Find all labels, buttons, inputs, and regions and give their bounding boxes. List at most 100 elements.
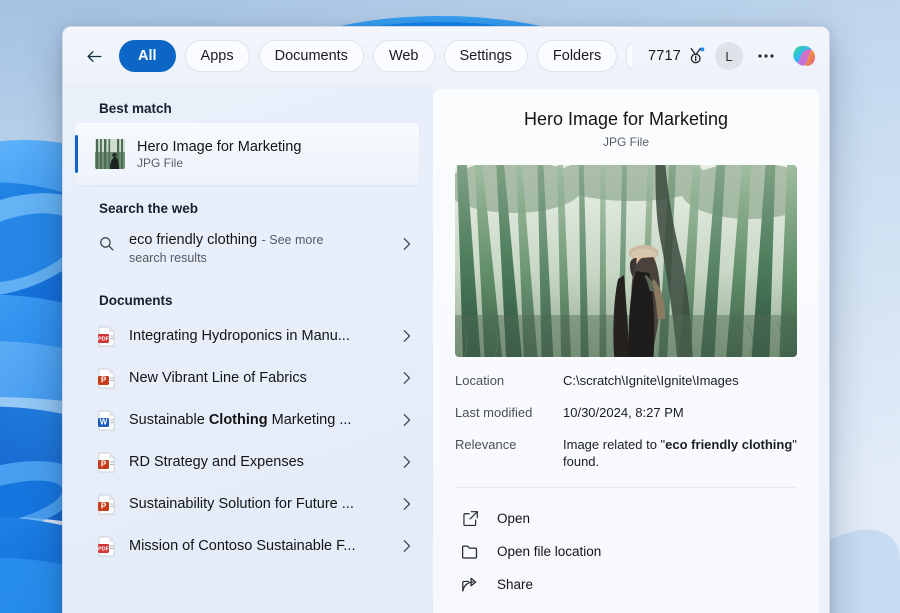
web-suggestion-text: eco friendly clothing - See more search … — [129, 231, 397, 267]
powerpoint-file-icon-wrap: P — [95, 452, 117, 473]
back-button[interactable] — [77, 39, 111, 73]
document-result-row[interactable]: W Sustainable Clothing Marketing ... — [75, 399, 419, 441]
best-match-subtitle: JPG File — [137, 155, 184, 170]
web-query-text: eco friendly clothing — [129, 232, 258, 248]
chevron-right-icon — [403, 498, 410, 510]
chevron-right-icon — [397, 237, 415, 251]
document-result-label: Sustainability Solution for Future ... — [129, 496, 354, 512]
file-action-label: Open file location — [497, 544, 602, 559]
file-action-share[interactable]: Share — [455, 568, 797, 601]
file-action-open-file-location[interactable]: Open file location — [455, 535, 797, 568]
document-result-label: Sustainable Clothing Marketing ... — [129, 412, 352, 428]
more-options-button[interactable] — [753, 43, 779, 69]
metadata-row: Last modified 10/30/2024, 8:27 PM — [455, 404, 797, 421]
file-action-label: Share — [497, 577, 534, 592]
section-title-best-match: Best match — [99, 101, 172, 116]
file-actions-list: Open Open file location Share — [455, 488, 797, 601]
metadata-key: Relevance — [455, 437, 517, 452]
document-row-chevron[interactable] — [397, 413, 415, 427]
arrow-left-icon — [87, 50, 101, 62]
chevron-right-icon — [403, 414, 410, 426]
powerpoint-file-icon: P — [97, 368, 114, 388]
pdf-file-icon-wrap: PDF — [95, 326, 117, 347]
results-pane: Best match Hero Image for Marketing JPG … — [63, 85, 433, 613]
preview-subtitle: JPG File — [602, 135, 649, 149]
word-file-icon: W — [97, 410, 114, 430]
metadata-key: Last modified — [455, 405, 533, 420]
metadata-value: Image related to "eco friendly clothing"… — [563, 437, 797, 469]
powerpoint-file-icon-wrap: P — [95, 494, 117, 515]
svg-text:P: P — [100, 375, 106, 384]
ellipsis-icon — [758, 54, 774, 58]
document-result-row[interactable]: P RD Strategy and Expenses — [75, 441, 419, 483]
windows-search-window: All Apps Documents Web Settings Folders … — [62, 26, 830, 613]
metadata-value: C:\scratch\Ignite\Ignite\Images — [563, 373, 739, 388]
document-row-chevron[interactable] — [397, 329, 415, 343]
web-second-line: search results — [129, 251, 207, 265]
open-external-icon — [462, 511, 478, 527]
chevron-right-icon — [403, 540, 410, 552]
preview-pane: Hero Image for Marketing JPG File Locati… — [433, 85, 829, 613]
document-result-row[interactable]: PDF Mission of Contoso Sustainable F... — [75, 525, 419, 567]
svg-text:P: P — [100, 501, 106, 510]
document-row-chevron[interactable] — [397, 539, 415, 553]
folder-icon-wrap — [459, 543, 481, 560]
documents-result-list: PDF Integrating Hydroponics in Manu... P Ne… — [75, 315, 419, 567]
filter-chip-all[interactable]: All — [119, 40, 176, 72]
metadata-value: 10/30/2024, 8:27 PM — [563, 405, 684, 420]
document-result-label: New Vibrant Line of Fabrics — [129, 370, 307, 386]
chevron-right-icon — [403, 456, 410, 468]
filter-bar-right-cluster: 7717 L — [648, 41, 819, 71]
filter-chip-apps[interactable]: Apps — [184, 40, 250, 72]
file-action-open[interactable]: Open — [455, 502, 797, 535]
metadata-key: Location — [455, 373, 505, 388]
powerpoint-file-icon: P — [97, 494, 114, 514]
document-row-chevron[interactable] — [397, 371, 415, 385]
document-row-chevron[interactable] — [397, 497, 415, 511]
best-match-title: Hero Image for Marketing — [137, 138, 302, 155]
bamboo-forest-photo — [455, 165, 797, 357]
web-search-suggestion-row[interactable]: eco friendly clothing - See more search … — [75, 223, 419, 277]
document-result-label: Mission of Contoso Sustainable F... — [129, 538, 356, 554]
bamboo-forest-thumbnail — [95, 139, 125, 169]
filter-chip-documents[interactable]: Documents — [258, 40, 364, 72]
share-icon — [462, 577, 477, 592]
file-metadata-list: Location C:\scratch\Ignite\Ignite\Images L… — [455, 372, 797, 485]
document-result-row[interactable]: P Sustainability Solution for Future ... — [75, 483, 419, 525]
filter-chip-list: All Apps Documents Web Settings Folders … — [119, 40, 632, 72]
chevron-right-icon — [403, 330, 410, 342]
filter-chip-settings[interactable]: Settings — [443, 40, 528, 72]
preview-title: Hero Image for Marketing — [523, 109, 729, 129]
preview-card: Hero Image for Marketing JPG File Locati… — [433, 89, 819, 613]
document-row-chevron[interactable] — [397, 455, 415, 469]
document-result-label: Integrating Hydroponics in Manu... — [129, 328, 350, 344]
filter-chip-web[interactable]: Web — [372, 40, 435, 72]
file-action-label: Open — [497, 511, 531, 526]
document-result-row[interactable]: PDF Integrating Hydroponics in Manu... — [75, 315, 419, 357]
filter-chip-photos[interactable]: P — [626, 40, 632, 72]
document-result-row[interactable]: P New Vibrant Line of Fabrics — [75, 357, 419, 399]
section-title-documents: Documents — [99, 293, 173, 308]
svg-text:PDF: PDF — [98, 546, 109, 552]
best-match-accent-bar — [75, 135, 78, 173]
best-match-result[interactable]: Hero Image for Marketing JPG File — [75, 123, 419, 185]
powerpoint-file-icon-wrap: P — [95, 368, 117, 389]
svg-text:PDF: PDF — [98, 336, 109, 342]
rewards-medal-icon — [690, 46, 705, 63]
folder-icon — [462, 545, 478, 559]
metadata-row: Location C:\scratch\Ignite\Ignite\Images — [455, 372, 797, 389]
best-match-text: Hero Image for Marketing JPG File — [137, 139, 301, 170]
share-icon-wrap — [459, 576, 481, 593]
copilot-button[interactable] — [789, 41, 819, 71]
word-file-icon-wrap: W — [95, 410, 117, 431]
copilot-icon — [793, 45, 816, 66]
filter-chip-folders[interactable]: Folders — [536, 40, 618, 72]
section-title-search-the-web: Search the web — [99, 201, 199, 216]
document-result-label: RD Strategy and Expenses — [129, 454, 304, 470]
web-see-more-text: - See more — [261, 233, 324, 247]
powerpoint-file-icon: P — [97, 452, 114, 472]
account-avatar[interactable]: L — [715, 42, 743, 70]
svg-text:W: W — [99, 417, 107, 426]
rewards-button[interactable]: 7717 — [648, 46, 705, 66]
open-external-icon-wrap — [459, 510, 481, 527]
